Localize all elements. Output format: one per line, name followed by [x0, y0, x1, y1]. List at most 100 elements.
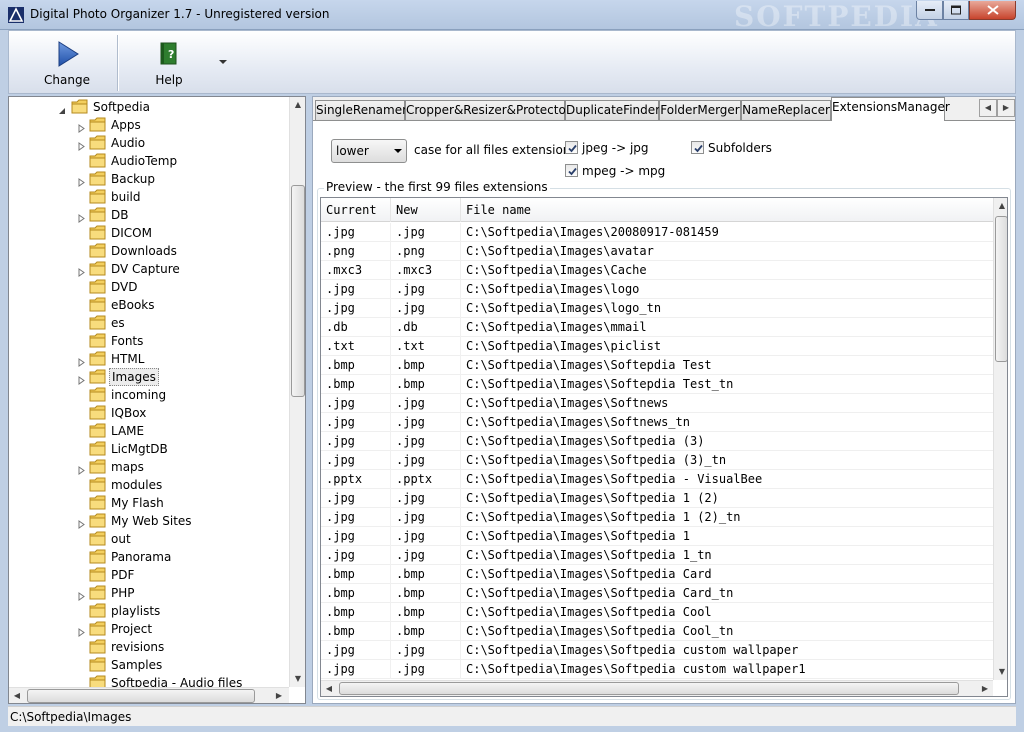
tab-duplicate-finder[interactable]: DuplicateFinder [565, 100, 660, 120]
cell-current-extension: .bmp [321, 356, 391, 375]
table-row[interactable]: .pptx .pptx C:\Softpedia\Images\Softpedia … [321, 470, 993, 489]
cell-current-extension: .jpg [321, 413, 391, 432]
scroll-down-arrow-icon[interactable]: ▼ [994, 664, 1007, 680]
tree-expand-arrow-icon[interactable] [77, 372, 86, 385]
tree-expand-arrow-icon[interactable] [77, 210, 86, 223]
cell-new-extension: .bmp [391, 603, 461, 622]
column-header-file-name[interactable]: File name [461, 198, 993, 222]
grid-vertical-scrollbar[interactable]: ▲ ▼ [993, 198, 1007, 680]
tab-extensions-manager[interactable]: ExtensionsManager [831, 97, 950, 121]
table-row[interactable]: .jpg .jpg C:\Softpedia\Images\logo [321, 280, 993, 299]
scroll-up-arrow-icon[interactable]: ▲ [290, 97, 305, 113]
table-row[interactable]: .jpg .jpg C:\Softpedia\Images\Softpedia 1 [321, 527, 993, 546]
table-row[interactable]: .bmp .bmp C:\Softpedia\Images\Softepdia Te… [321, 356, 993, 375]
scroll-left-arrow-icon[interactable]: ◀ [9, 688, 25, 703]
tab-folder-merger[interactable]: FolderMerger [659, 100, 741, 120]
tree-expand-arrow-icon[interactable] [77, 354, 86, 367]
tree-expand-arrow-icon[interactable] [77, 138, 86, 151]
tree-expand-arrow-icon[interactable] [77, 120, 86, 133]
table-row[interactable]: .bmp .bmp C:\Softpedia\Images\Softepdia Te… [321, 375, 993, 394]
table-row[interactable]: .jpg .jpg C:\Softpedia\Images\Softpedia cu… [321, 641, 993, 660]
grid-hscroll-thumb[interactable] [339, 682, 959, 695]
table-row[interactable]: .mxc3 .mxc3 C:\Softpedia\Images\Cache [321, 261, 993, 280]
table-row[interactable]: .bmp .bmp C:\Softpedia\Images\Softpedia Co… [321, 603, 993, 622]
table-row[interactable]: .png .png C:\Softpedia\Images\avatar [321, 242, 993, 261]
extensions-manager-page: lower case for all files extensions jpeg… [313, 120, 1015, 703]
preview-grid[interactable]: Current New File name .jpg .jpg C:\Softped… [320, 197, 1008, 697]
tree-expand-arrow-icon[interactable] [77, 588, 86, 601]
folder-icon [89, 639, 107, 654]
close-button[interactable] [969, 1, 1016, 20]
cell-current-extension: .jpg [321, 280, 391, 299]
folder-icon [89, 189, 107, 204]
tree-item-label: maps [111, 460, 144, 474]
help-dropdown-arrow-icon[interactable] [217, 57, 229, 67]
table-row[interactable]: .jpg .jpg C:\Softpedia\Images\Softpedia cu… [321, 660, 993, 679]
cell-file-name: C:\Softpedia\Images\Softpedia Card_tn [466, 586, 734, 600]
cell-file-name: C:\Softpedia\Images\Softpedia (3)_tn [466, 453, 727, 467]
tree-expand-arrow-icon[interactable] [77, 624, 86, 637]
tab-name-replacer[interactable]: NameReplacer [741, 100, 831, 120]
jpeg-checkbox[interactable] [565, 141, 578, 154]
table-row[interactable]: .bmp .bmp C:\Softpedia\Images\Softpedia Co… [321, 622, 993, 641]
table-row[interactable]: .jpg .jpg C:\Softpedia\Images\Softnews_tn [321, 413, 993, 432]
tree-collapse-arrow-icon[interactable] [57, 102, 66, 114]
tree-hscroll-thumb[interactable] [27, 689, 255, 703]
grid-scroll-thumb[interactable] [995, 216, 1007, 362]
subfolders-checkbox[interactable] [691, 141, 704, 154]
cell-file-name: C:\Softpedia\Images\20080917-081459 [466, 225, 719, 239]
column-header-new[interactable]: New [391, 198, 461, 222]
table-row[interactable]: .jpg .jpg C:\Softpedia\Images\20080917-081… [321, 223, 993, 242]
tree-item-label: Images [109, 368, 159, 386]
tab-cropper-resizer-protector[interactable]: Cropper&Resizer&Protector [405, 100, 571, 120]
folder-icon [89, 585, 107, 600]
tree-expand-arrow-icon[interactable] [77, 462, 86, 475]
help-button[interactable]: ? Help [139, 35, 199, 91]
tab-single-renamer[interactable]: SingleRenamer [315, 100, 407, 120]
table-row[interactable]: .jpg .jpg C:\Softpedia\Images\Softpedia 1 … [321, 489, 993, 508]
tree-item-label: My Flash [111, 496, 164, 510]
cell-file-name: C:\Softpedia\Images\Softpedia Cool_tn [466, 624, 734, 638]
checkmark-icon [568, 144, 577, 153]
table-row[interactable]: .jpg .jpg C:\Softpedia\Images\Softpedia (3… [321, 432, 993, 451]
preview-group: Preview - the first 99 files extensions … [317, 180, 1011, 700]
maximize-icon [951, 5, 961, 15]
folder-icon [89, 153, 107, 168]
minimize-button[interactable] [916, 1, 943, 20]
cell-current-extension: .bmp [321, 584, 391, 603]
folder-tree[interactable]: Softpedia Apps Audio AudioTemp Backup build DB… [8, 96, 306, 704]
table-row[interactable]: .jpg .jpg C:\Softpedia\Images\Softpedia 1 … [321, 508, 993, 527]
column-header-current[interactable]: Current [321, 198, 391, 222]
folder-icon [89, 477, 107, 492]
table-row[interactable]: .bmp .bmp C:\Softpedia\Images\Softpedia Ca… [321, 584, 993, 603]
tree-expand-arrow-icon[interactable] [77, 174, 86, 187]
scroll-up-arrow-icon[interactable]: ▲ [994, 198, 1007, 214]
cell-file-name: C:\Softpedia\Images\Softpedia Cool [466, 605, 712, 619]
scroll-down-arrow-icon[interactable]: ▼ [290, 671, 305, 687]
mpeg-checkbox[interactable] [565, 164, 578, 177]
tree-vertical-scrollbar[interactable]: ▲ ▼ [289, 97, 305, 687]
table-row[interactable]: .jpg .jpg C:\Softpedia\Images\Softpedia 1_… [321, 546, 993, 565]
tab-scroll-right-icon[interactable]: ▶ [997, 99, 1015, 117]
scroll-right-arrow-icon[interactable]: ▶ [271, 688, 287, 703]
table-row[interactable]: .jpg .jpg C:\Softpedia\Images\Softpedia (3… [321, 451, 993, 470]
cell-file-name: C:\Softpedia\Images\logo_tn [466, 301, 662, 315]
case-select[interactable]: lower [331, 139, 407, 163]
cell-file-name: C:\Softpedia\Images\Softpedia 1 (2)_tn [466, 510, 741, 524]
tree-expand-arrow-icon[interactable] [77, 516, 86, 529]
grid-horizontal-scrollbar[interactable]: ◀ ▶ [321, 680, 993, 696]
table-row[interactable]: .bmp .bmp C:\Softpedia\Images\Softpedia Ca… [321, 565, 993, 584]
maximize-button[interactable] [943, 1, 969, 20]
tree-scroll-thumb[interactable] [291, 185, 305, 397]
table-row[interactable]: .jpg .jpg C:\Softpedia\Images\logo_tn [321, 299, 993, 318]
change-button[interactable]: Change [37, 35, 97, 91]
tree-expand-arrow-icon[interactable] [77, 264, 86, 277]
scroll-right-arrow-icon[interactable]: ▶ [977, 681, 993, 696]
folder-icon [89, 351, 107, 366]
tab-scroll-left-icon[interactable]: ◀ [979, 99, 997, 117]
scroll-left-arrow-icon[interactable]: ◀ [321, 681, 337, 696]
tree-horizontal-scrollbar[interactable]: ◀ ▶ [9, 687, 289, 703]
table-row[interactable]: .db .db C:\Softpedia\Images\mmail [321, 318, 993, 337]
table-row[interactable]: .jpg .jpg C:\Softpedia\Images\Softnews [321, 394, 993, 413]
table-row[interactable]: .txt .txt C:\Softpedia\Images\piclist [321, 337, 993, 356]
